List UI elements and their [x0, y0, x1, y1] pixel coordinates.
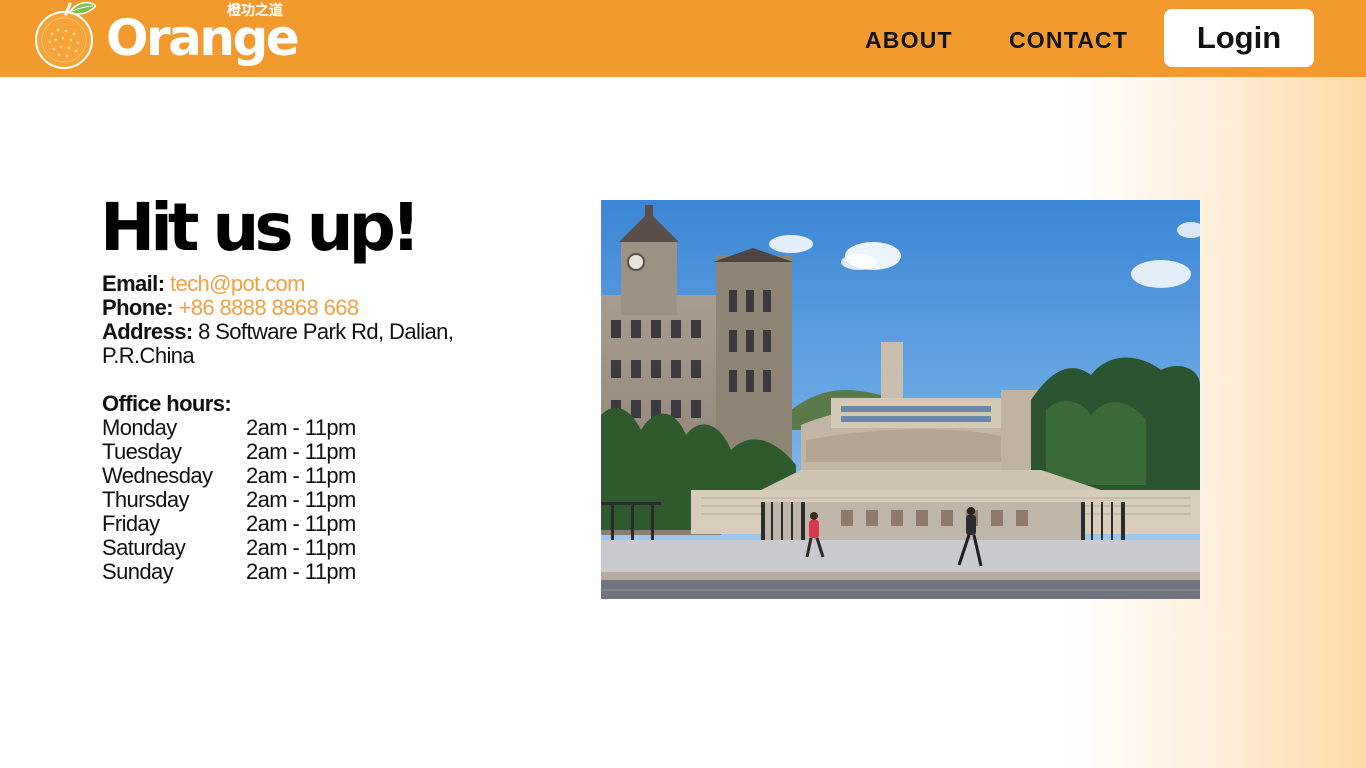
- address-value: 8 Software Park Rd, Dalian,: [198, 319, 454, 344]
- hours-row: Monday 2am - 11pm: [102, 416, 560, 440]
- campus-photo-illustration: [601, 200, 1200, 599]
- login-button[interactable]: Login: [1164, 9, 1314, 67]
- hours-row: Tuesday 2am - 11pm: [102, 440, 560, 464]
- campus-photo: [601, 200, 1200, 599]
- hours-day: Monday: [102, 415, 177, 440]
- hours-time: 2am - 11pm: [246, 559, 356, 584]
- phone-line: Phone: +86 8888 8868 668: [102, 296, 560, 320]
- contact-info: Hit us up! Email: tech@pot.com Phone: +8…: [100, 190, 560, 584]
- page-title: Hit us up!: [100, 189, 421, 266]
- hours-day: Saturday: [102, 535, 186, 560]
- hours-time: 2am - 11pm: [246, 535, 356, 560]
- contact-details: Email: tech@pot.com Phone: +86 8888 8868…: [102, 272, 560, 584]
- office-hours-title: Office hours:: [102, 391, 232, 416]
- address-line-2: P.R.China: [102, 343, 195, 368]
- hours-time: 2am - 11pm: [246, 415, 356, 440]
- hours-row: Saturday 2am - 11pm: [102, 536, 560, 560]
- phone-label: Phone:: [102, 295, 174, 320]
- hours-day: Tuesday: [102, 439, 182, 464]
- hours-row: Wednesday 2am - 11pm: [102, 464, 560, 488]
- hours-row: Sunday 2am - 11pm: [102, 560, 560, 584]
- hours-day: Thursday: [102, 487, 190, 512]
- address-label: Address:: [102, 319, 193, 344]
- email-line: Email: tech@pot.com: [102, 272, 560, 296]
- logo-subtitle: 橙功之道: [227, 3, 283, 19]
- hours-time: 2am - 11pm: [246, 439, 356, 464]
- email-link[interactable]: tech@pot.com: [170, 271, 306, 296]
- hours-day: Sunday: [102, 559, 174, 584]
- office-hours-list: Monday 2am - 11pm Tuesday 2am - 11pm Wed…: [102, 416, 560, 584]
- hours-day: Wednesday: [102, 463, 213, 488]
- nav-contact-link[interactable]: CONTACT: [1009, 26, 1128, 54]
- hours-time: 2am - 11pm: [246, 463, 356, 488]
- address-line: Address: 8 Software Park Rd, Dalian,: [102, 320, 560, 344]
- orange-fruit-icon: [35, 1, 96, 69]
- hours-time: 2am - 11pm: [246, 487, 356, 512]
- hours-time: 2am - 11pm: [246, 511, 356, 536]
- hours-row: Friday 2am - 11pm: [102, 512, 560, 536]
- hours-day: Friday: [102, 511, 160, 536]
- logo[interactable]: Orange 橙功之道: [28, 0, 300, 77]
- nav-about-link[interactable]: ABOUT: [865, 26, 953, 54]
- email-label: Email:: [102, 271, 165, 296]
- top-navbar: Orange 橙功之道 ABOUT CONTACT Login: [0, 0, 1366, 77]
- phone-link[interactable]: +86 8888 8868 668: [178, 295, 359, 320]
- hours-row: Thursday 2am - 11pm: [102, 488, 560, 512]
